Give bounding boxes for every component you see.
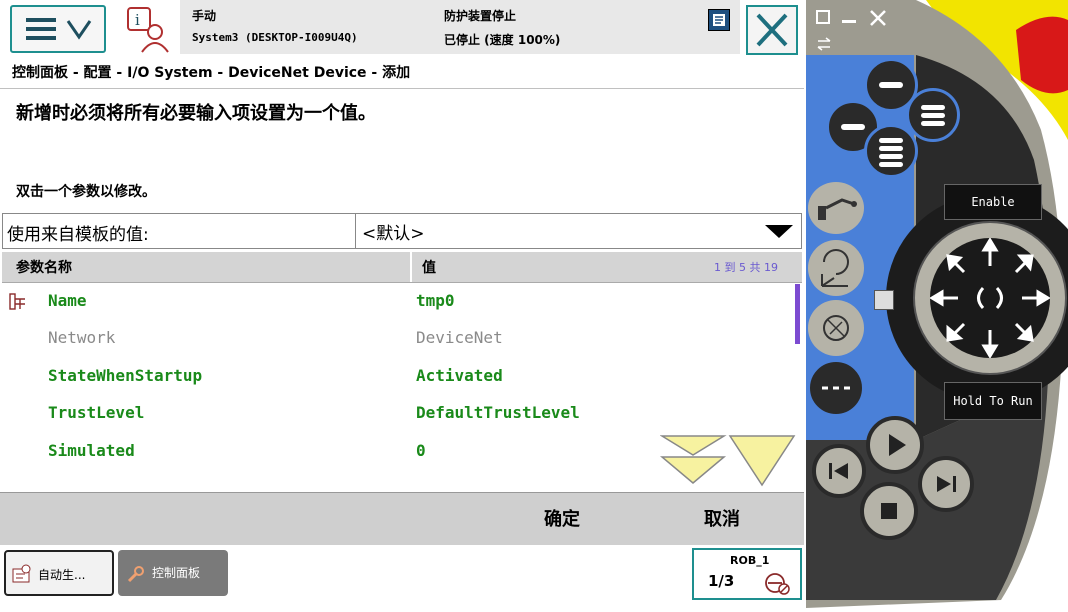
step-forward-button[interactable] (918, 456, 974, 512)
enable-button[interactable]: Enable (944, 184, 1042, 220)
task-label: 自动生... (38, 568, 86, 582)
paging-info: 1 到 5 共 19 (714, 261, 778, 274)
main-menu-button[interactable] (10, 5, 106, 53)
hold-to-run-label: Hold To Run (953, 394, 1033, 408)
start-button[interactable] (866, 416, 924, 474)
joystick[interactable] (929, 237, 1051, 359)
table-row[interactable]: TrustLevel DefaultTrustLevel (2, 396, 794, 433)
joystick-indicator-icon (874, 290, 894, 310)
hold-to-run-button[interactable]: Hold To Run (944, 382, 1042, 420)
pendant-hardware: Enable Hold To Run (806, 0, 1068, 608)
table-row[interactable]: Name tmp0 (2, 284, 794, 321)
axes-icon (823, 315, 849, 341)
quickset-button[interactable]: ROB_1 1/3 (692, 548, 802, 600)
param-name: TrustLevel (48, 403, 145, 422)
add-device-panel: 新增时必须将所有必要输入项设置为一个值。 双击一个参数以修改。 使用来自模板的值… (0, 88, 804, 493)
key-three-icon (921, 105, 945, 126)
step-back-icon (829, 463, 848, 479)
jog-lock-icon (765, 573, 790, 595)
param-value: DeviceNet (416, 328, 503, 347)
dropdown-arrow-icon (765, 225, 793, 238)
param-name: Network (48, 328, 116, 347)
required-param-icon (9, 293, 25, 310)
wrench-icon (127, 566, 144, 583)
stop-icon (881, 503, 897, 519)
double-chevron-down-icon (659, 435, 727, 484)
task-control-panel[interactable]: 控制面板 (118, 550, 228, 596)
column-header-value: 值 (422, 260, 436, 276)
task-label: 控制面板 (152, 566, 201, 580)
robot-name: ROB_1 (730, 554, 770, 567)
toggle-axes-button[interactable] (808, 300, 864, 356)
param-name: StateWhenStartup (48, 366, 203, 385)
minimize-icon[interactable] (842, 20, 856, 23)
param-name: Simulated (48, 441, 135, 460)
table-scrollbar[interactable] (795, 284, 800, 344)
ok-button[interactable]: 确定 (544, 505, 580, 531)
param-value: tmp0 (416, 291, 455, 310)
step-forward-icon (937, 476, 956, 492)
column-header-name: 参数名称 (16, 260, 72, 276)
template-label: 使用来自模板的值: (7, 225, 149, 245)
event-log-icon[interactable] (708, 9, 730, 31)
key-four-icon (879, 138, 903, 167)
param-name: Name (48, 291, 87, 310)
table-header: 参数名称 值 1 到 5 共 19 (2, 252, 802, 283)
toggle-increment-button[interactable] (808, 360, 864, 416)
page-down-button[interactable] (728, 433, 796, 489)
increment-value: 1/3 (708, 572, 735, 590)
chevron-down-icon (728, 435, 796, 487)
task-auto-production[interactable]: 自动生... (4, 550, 114, 596)
rotate-axis-icon (821, 249, 849, 287)
close-window-icon[interactable] (868, 8, 888, 28)
template-row: 使用来自模板的值: <默认> (2, 213, 802, 249)
cancel-button[interactable]: 取消 (704, 505, 740, 531)
table-row[interactable]: StateWhenStartup Activated (2, 359, 794, 396)
program-icon (12, 564, 31, 583)
template-selected-value: <默认> (362, 224, 425, 244)
taskbar: 自动生... 控制面板 ROB_1 1/3 (0, 546, 806, 608)
swap-icon[interactable] (816, 36, 832, 51)
increment-icon (822, 386, 850, 390)
status-bar[interactable]: 手动 System3 (DESKTOP-I009U4Q) 防护装置停止 已停止 … (180, 0, 740, 54)
restore-icon[interactable] (816, 10, 830, 24)
param-value: Activated (416, 366, 503, 385)
toggle-motion-mode-button[interactable] (808, 240, 864, 296)
operator-icon[interactable]: i (124, 4, 172, 54)
template-dropdown[interactable]: <默认> (355, 214, 801, 248)
select-mechanical-unit-button[interactable] (808, 182, 864, 234)
step-backward-button[interactable] (812, 444, 866, 498)
param-value: DefaultTrustLevel (416, 403, 580, 422)
close-button[interactable] (746, 5, 798, 55)
param-value: 0 (416, 441, 426, 460)
play-icon (889, 434, 906, 456)
key-one-icon (879, 82, 903, 88)
required-message: 新增时必须将所有必要输入项设置为一个值。 (16, 103, 376, 124)
scroll-down-button[interactable] (659, 433, 728, 489)
run-state: 已停止 (速度 100%) (444, 33, 561, 47)
safety-state: 防护装置停止 (444, 9, 517, 23)
menu-icon (26, 18, 92, 40)
enable-label: Enable (971, 195, 1015, 209)
operating-mode: 手动 (192, 9, 217, 23)
svg-text:i: i (135, 11, 140, 29)
top-bar: i 手动 System3 (DESKTOP-I009U4Q) 防护装置停止 已停… (0, 0, 806, 60)
table-row[interactable]: Network DeviceNet (2, 321, 794, 358)
action-bar: 确定 取消 (0, 492, 804, 545)
breadcrumb: 控制面板 - 配置 - I/O System - DeviceNet Devic… (12, 65, 411, 81)
stop-button[interactable] (860, 482, 918, 540)
prog-key-4[interactable] (864, 124, 918, 178)
joystick-arrows-icon (929, 237, 1051, 359)
system-name: System3 (DESKTOP-I009U4Q) (192, 31, 358, 44)
close-icon (756, 13, 788, 47)
robot-arm-icon (818, 198, 857, 220)
hint-message: 双击一个参数以修改。 (16, 184, 156, 200)
flexpendant-screen: i 手动 System3 (DESKTOP-I009U4Q) 防护装置停止 已停… (0, 0, 806, 608)
